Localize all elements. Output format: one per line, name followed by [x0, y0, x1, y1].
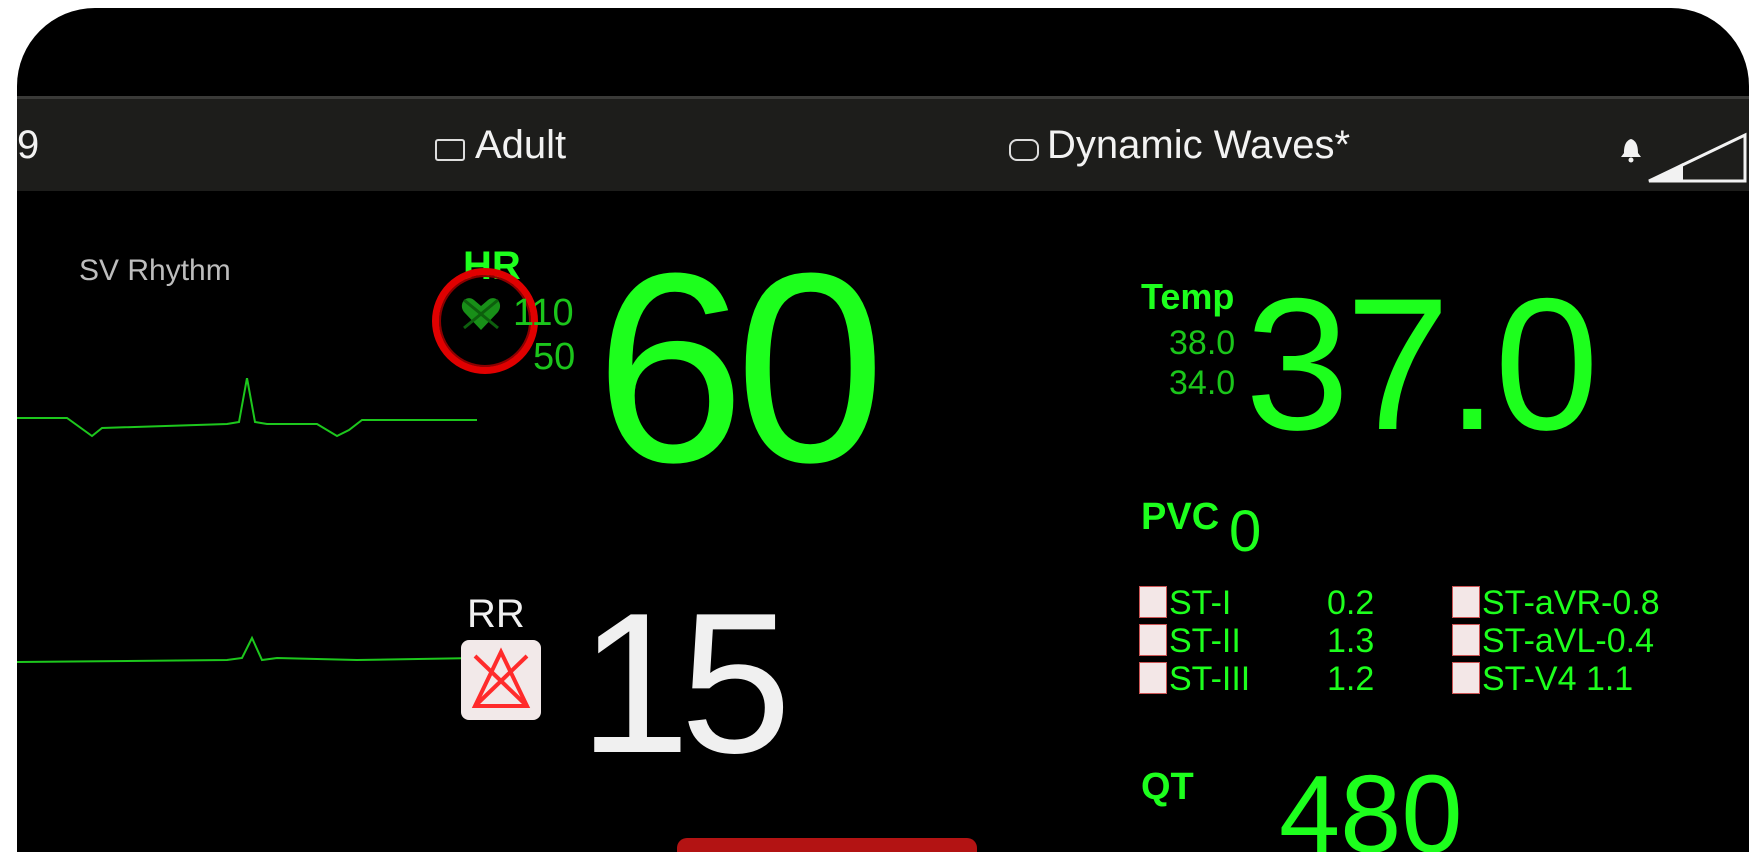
nbp-value-cropped: [677, 838, 977, 852]
temp-alarm-low: 34.0: [1169, 364, 1236, 402]
alarm-off-icon: [1139, 624, 1167, 656]
st-value: 1.1: [1585, 660, 1634, 698]
st-label: ST-II: [1169, 622, 1241, 660]
hr-value[interactable]: 60: [595, 234, 885, 504]
alarm-off-icon: [1139, 662, 1167, 694]
pvc-value[interactable]: 0: [1229, 498, 1261, 565]
st-row[interactable]: ST-I: [1139, 586, 1231, 620]
st-row[interactable]: ST-V4 1.1: [1452, 662, 1633, 696]
st-label: ST-V4: [1482, 660, 1577, 698]
alarm-off-icon: [1452, 624, 1480, 656]
alarm-off-icon: [1452, 586, 1480, 618]
qt-label: QT: [1141, 766, 1194, 808]
st-label: ST-aVL: [1482, 622, 1596, 660]
patient-category[interactable]: Adult: [475, 123, 566, 168]
st-value: -0.8: [1601, 584, 1660, 622]
st-row[interactable]: ST-III: [1139, 662, 1250, 696]
rr-alarm-box[interactable]: [461, 640, 541, 720]
st-label: ST-aVR: [1482, 584, 1602, 622]
alarm-off-icon: [471, 647, 531, 708]
patient-category-icon: [435, 139, 465, 161]
alarm-bell-icon[interactable]: [1617, 135, 1645, 163]
profile-icon: [1009, 139, 1039, 161]
st-label: ST-I: [1169, 584, 1232, 622]
resp-waveform: [17, 635, 477, 663]
st-value: 0.2: [1327, 584, 1375, 622]
hr-alarm-high: 110: [513, 292, 574, 334]
monitor-screen: 9 Adult Dynamic Waves* SV Rhythm HR 110 …: [17, 8, 1749, 852]
profile-name[interactable]: Dynamic Waves*: [1047, 123, 1350, 168]
ecg-waveform: [17, 378, 477, 438]
bed-label-fragment: 9: [17, 123, 40, 167]
st-row[interactable]: ST-aVR-0.8: [1452, 586, 1660, 620]
qt-value[interactable]: 480: [1279, 760, 1463, 852]
rr-label: RR: [467, 592, 525, 636]
st-row[interactable]: ST-aVL-0.4: [1452, 624, 1654, 658]
st-label: ST-III: [1169, 660, 1251, 698]
alarm-off-icon: [1452, 662, 1480, 694]
st-row[interactable]: ST-II: [1139, 624, 1241, 658]
hr-alarm-low: 50: [533, 336, 576, 378]
signal-strength-icon: [1648, 132, 1747, 183]
st-value: 1.3: [1327, 622, 1375, 660]
st-value: -0.4: [1595, 622, 1654, 660]
rr-value[interactable]: 15: [579, 584, 791, 784]
temp-label: Temp: [1141, 276, 1235, 317]
status-bar: 9 Adult Dynamic Waves*: [17, 96, 1749, 191]
temp-alarm-high: 38.0: [1169, 324, 1236, 362]
st-value: 1.2: [1327, 660, 1375, 698]
alarm-off-icon: [1139, 586, 1167, 618]
pvc-label: PVC: [1141, 496, 1220, 538]
temp-value[interactable]: 37.0: [1245, 270, 1599, 458]
ecg-wave-label: SV Rhythm: [79, 254, 231, 287]
